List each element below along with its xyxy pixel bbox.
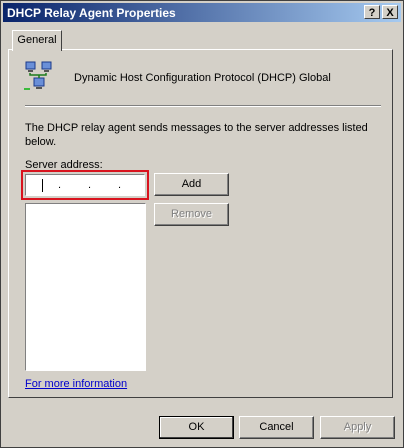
dialog-window: DHCP Relay Agent Properties ? X General … <box>0 0 404 448</box>
ip-dot-1: . <box>58 179 62 191</box>
server-address-input[interactable]: . . . <box>25 174 145 196</box>
tab-general-label: General <box>17 34 57 46</box>
ip-dot-2: . <box>88 179 92 191</box>
network-computers-icon <box>24 61 52 90</box>
close-button[interactable]: X <box>382 5 398 19</box>
cancel-button[interactable]: Cancel <box>239 416 314 439</box>
add-button[interactable]: Add <box>154 173 229 196</box>
description-text: The DHCP relay agent sends messages to t… <box>25 122 368 148</box>
apply-button[interactable]: Apply <box>320 416 395 439</box>
dhcp-header-text: Dynamic Host Configuration Protocol (DHC… <box>74 72 331 84</box>
server-list[interactable] <box>25 203 146 371</box>
more-info-link[interactable]: For more information <box>25 378 127 390</box>
title-bar: DHCP Relay Agent Properties ? X <box>3 3 401 22</box>
window-title: DHCP Relay Agent Properties <box>7 6 176 20</box>
ip-dot-3: . <box>118 179 122 191</box>
text-caret <box>42 179 43 192</box>
ok-button[interactable]: OK <box>159 416 234 439</box>
separator <box>25 105 381 107</box>
help-button[interactable]: ? <box>364 5 380 19</box>
tab-general[interactable]: General <box>12 30 62 51</box>
remove-button[interactable]: Remove <box>154 203 229 226</box>
